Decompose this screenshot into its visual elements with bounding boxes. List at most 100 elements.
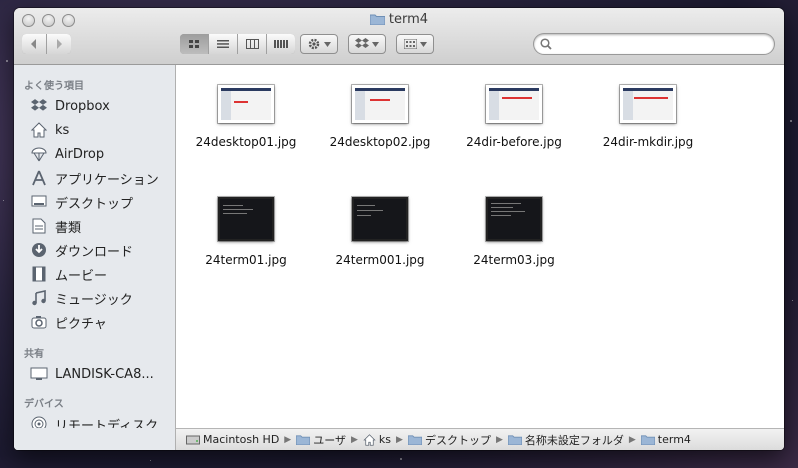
file-item[interactable]: 24term03.jpg — [454, 197, 574, 267]
chevron-down-icon — [324, 41, 331, 47]
chevron-down-icon — [372, 41, 379, 47]
column-view-icon — [245, 39, 259, 49]
search-input[interactable] — [556, 36, 770, 54]
network-drive-icon — [30, 365, 48, 383]
devices-header: デバイス — [24, 399, 64, 410]
folder-icon — [507, 434, 522, 445]
folder-icon — [369, 13, 386, 29]
file-name: 24term03.jpg — [473, 253, 555, 267]
sidebar-item-applications[interactable]: アプリケーション — [30, 167, 175, 189]
search-field[interactable] — [534, 34, 774, 54]
sidebar-item-label: 書類 — [55, 220, 82, 236]
path-label: デスクトップ — [424, 433, 491, 447]
sidebar-item-downloads[interactable]: ダウンロード — [30, 239, 175, 261]
file-item[interactable]: 24desktop02.jpg — [320, 85, 440, 149]
path-item-macintosh-hd[interactable]: Macintosh HD — [186, 433, 279, 446]
file-item[interactable]: 24term001.jpg — [320, 197, 440, 267]
file-thumbnail — [352, 85, 408, 123]
column-view-button[interactable] — [238, 34, 267, 54]
path-item-desktop[interactable]: デスクトップ — [407, 432, 491, 448]
finder-window: term4 よく使う項目 Dropbox ks AirDrop アプリケーション… — [14, 8, 784, 450]
file-name: 24desktop01.jpg — [195, 135, 297, 149]
path-item-users[interactable]: ユーザ — [296, 432, 346, 448]
home-icon — [363, 433, 376, 446]
file-thumbnail — [352, 197, 408, 241]
path-separator-icon: ▶ — [495, 434, 503, 445]
sidebar-item-pictures[interactable]: ピクチャ — [30, 311, 175, 333]
sidebar-item-label: ks — [55, 122, 70, 138]
favorites-header: よく使う項目 — [24, 81, 84, 92]
sidebar: よく使う項目 Dropbox ks AirDrop アプリケーション デスクトッ… — [14, 65, 176, 450]
search-icon — [540, 38, 552, 50]
sidebar-item-desktop[interactable]: デスクトップ — [30, 191, 175, 213]
file-name: 24term01.jpg — [205, 253, 287, 267]
dropbox-menu-button[interactable] — [348, 34, 386, 54]
path-item-ks[interactable]: ks — [363, 433, 391, 446]
pictures-icon — [30, 313, 48, 331]
window-title: term4 — [388, 12, 429, 27]
file-item[interactable]: 24dir-before.jpg — [454, 85, 574, 149]
sidebar-item-ks[interactable]: ks — [30, 119, 175, 141]
action-menu-button[interactable] — [300, 34, 338, 54]
path-item-term4[interactable]: term4 — [640, 433, 691, 446]
gear-icon — [308, 38, 320, 50]
file-thumbnail — [486, 197, 542, 241]
nav-buttons — [22, 34, 71, 54]
sidebar-item-airdrop[interactable]: AirDrop — [30, 143, 175, 165]
sidebar-item-movies[interactable]: ムービー — [30, 263, 175, 285]
path-item-untitled-folder[interactable]: 名称未設定フォルダ — [507, 432, 624, 448]
dropbox-icon — [30, 97, 48, 115]
forward-button[interactable] — [47, 34, 71, 54]
sidebar-footer — [14, 428, 175, 450]
sidebar-item-music[interactable]: ミュージック — [30, 287, 175, 309]
file-grid: 24desktop01.jpg 24desktop02.jpg 24dir-be… — [176, 65, 784, 428]
shared-header: 共有 — [24, 349, 44, 360]
downloads-icon — [30, 241, 48, 259]
path-bar: Macintosh HD ▶ ユーザ ▶ ks ▶ デスクトップ ▶ 名称未設定… — [176, 428, 784, 450]
path-label: term4 — [657, 433, 691, 446]
sidebar-item-label: アプリケーション — [55, 172, 159, 188]
sidebar-item-documents[interactable]: 書類 — [30, 215, 175, 237]
folder-icon — [296, 434, 311, 445]
file-name: 24term001.jpg — [335, 253, 425, 267]
path-separator-icon: ▶ — [628, 434, 636, 445]
sidebar-item-label: AirDrop — [55, 146, 105, 162]
chevron-down-icon — [419, 41, 427, 47]
window-title-area: term4 — [14, 12, 784, 29]
folder-icon — [407, 434, 422, 445]
sidebar-item-label: ミュージック — [55, 292, 133, 308]
home-icon — [30, 121, 48, 139]
sidebar-item-label: デスクトップ — [55, 196, 134, 212]
view-switcher — [180, 34, 295, 54]
sidebar-item-label: ダウンロード — [55, 244, 134, 260]
path-label: ks — [378, 433, 392, 446]
file-thumbnail — [218, 197, 274, 241]
coverflow-view-button[interactable] — [267, 34, 295, 54]
sidebar-item-landisk[interactable]: LANDISK-CA8... — [30, 363, 175, 385]
file-item[interactable]: 24desktop01.jpg — [186, 85, 306, 149]
sidebar-item-dropbox[interactable]: Dropbox — [30, 95, 175, 117]
file-name: 24desktop02.jpg — [329, 135, 431, 149]
titlebar: term4 — [14, 8, 784, 65]
icon-view-button[interactable] — [180, 34, 209, 54]
back-button[interactable] — [22, 34, 47, 54]
path-label: ユーザ — [313, 433, 346, 447]
sidebar-item-label: LANDISK-CA8... — [55, 366, 154, 382]
file-item[interactable]: 24term01.jpg — [186, 197, 306, 267]
coverflow-view-icon — [274, 40, 288, 48]
list-view-button[interactable] — [209, 34, 238, 54]
arrange-grid-icon — [403, 39, 417, 49]
icon-view-icon — [189, 40, 199, 48]
file-thumbnail — [218, 85, 274, 123]
chevron-left-icon — [31, 39, 36, 49]
list-view-icon — [217, 40, 229, 48]
sidebar-item-label: Dropbox — [55, 98, 110, 114]
desktop-icon — [30, 193, 48, 211]
file-thumbnail — [620, 85, 676, 123]
arrange-button[interactable] — [396, 34, 434, 54]
documents-icon — [30, 217, 48, 235]
file-thumbnail — [486, 85, 542, 123]
file-item[interactable]: 24dir-mkdir.jpg — [588, 85, 708, 149]
chevron-right-icon — [57, 39, 62, 49]
file-name: 24dir-mkdir.jpg — [602, 135, 694, 149]
